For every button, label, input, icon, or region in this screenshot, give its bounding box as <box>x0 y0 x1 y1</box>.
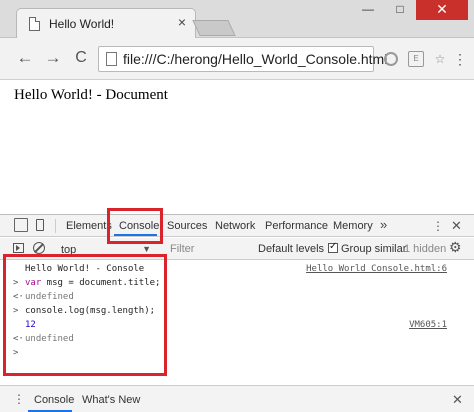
console-source-link[interactable]: Hello World Console.html:6 <box>306 264 447 274</box>
browser-toolbar: ← → C file:///C:/herong/Hello_World_Cons… <box>0 38 474 80</box>
tab-close-icon[interactable]: × <box>178 14 186 30</box>
window-minimize-button[interactable]: — <box>352 0 384 20</box>
extension-e-icon[interactable]: E <box>408 51 424 67</box>
hidden-count: 1 hidden <box>404 243 447 255</box>
console-log-text: Hello World! - Console <box>25 264 145 274</box>
tab-console[interactable]: Console <box>119 220 159 232</box>
page-icon <box>29 17 40 31</box>
devtools-close-icon[interactable]: ✕ <box>451 218 462 234</box>
console-input-line: > console.log(msg.length); <box>0 305 474 318</box>
console-message: 12 VM605:1 <box>0 319 474 332</box>
device-toolbar-icon[interactable] <box>33 218 47 232</box>
tab-network[interactable]: Network <box>215 220 255 232</box>
tab-performance[interactable]: Performance <box>265 220 328 232</box>
filter-input[interactable]: Filter <box>168 241 248 257</box>
input-prefix-icon: > <box>13 278 19 288</box>
result-prefix-icon: <· <box>13 334 24 344</box>
address-bar[interactable]: file:///C:/herong/Hello_World_Console.ht… <box>98 46 387 72</box>
console-log-number: 12 <box>25 320 36 330</box>
console-input-line: > var msg = document.title; <box>0 277 474 290</box>
page-content: Hello World! - Document <box>0 81 474 214</box>
drawer-close-icon[interactable]: ✕ <box>452 392 463 408</box>
file-page-icon <box>106 52 117 66</box>
tab-memory[interactable]: Memory <box>333 220 373 232</box>
console-source-link[interactable]: VM605:1 <box>409 320 447 330</box>
console-result-text: undefined <box>25 334 74 344</box>
forward-icon[interactable]: → <box>42 47 64 69</box>
chevron-down-icon: ▼ <box>142 244 151 254</box>
filter-placeholder: Filter <box>170 243 195 255</box>
drawer-tab-whats-new[interactable]: What's New <box>82 394 140 406</box>
window-close-button[interactable]: ✕ <box>416 0 468 20</box>
reload-icon[interactable]: C <box>70 47 92 69</box>
window-maximize-button[interactable]: □ <box>384 0 416 20</box>
new-tab-button[interactable] <box>192 20 236 36</box>
context-value: top <box>61 244 77 256</box>
browser-titlebar: Hello World! × — □ ✕ <box>0 0 474 39</box>
code: msg = document.title; <box>41 278 161 288</box>
address-url[interactable]: file:///C:/herong/Hello_World_Console.ht… <box>123 51 387 67</box>
console-prompt[interactable]: > <box>0 347 474 360</box>
browser-menu-icon[interactable]: ⋮ <box>452 51 468 67</box>
drawer-tab-console[interactable]: Console <box>34 394 74 406</box>
devtools-menu-icon[interactable]: ⋮ <box>432 219 444 233</box>
tab-elements[interactable]: Elements <box>66 220 112 232</box>
document-text: Hello World! - Document <box>14 87 168 103</box>
console-message: Hello World! - Console Hello World Conso… <box>0 263 474 276</box>
console-result-line: <· undefined <box>0 291 474 304</box>
back-icon[interactable]: ← <box>14 47 36 69</box>
browser-tab-active[interactable]: Hello World! × <box>16 8 196 39</box>
group-similar-checkbox[interactable] <box>328 241 338 253</box>
log-levels-dropdown[interactable]: Default levels ▼ <box>258 243 338 255</box>
drawer-menu-icon[interactable]: ⋮ <box>13 392 25 406</box>
more-tabs-icon[interactable]: » <box>380 217 387 232</box>
tab-title: Hello World! <box>49 17 115 31</box>
active-tab-indicator <box>114 234 157 236</box>
console-sidebar-icon[interactable] <box>13 243 24 253</box>
clear-console-icon[interactable] <box>33 242 45 254</box>
console-output: Hello World! - Console Hello World Conso… <box>0 261 474 385</box>
group-similar-label: Group similar <box>341 243 407 255</box>
result-prefix-icon: <· <box>13 292 24 302</box>
context-selector[interactable]: top ▼ <box>56 239 156 258</box>
bookmark-star-icon[interactable]: ☆ <box>432 51 448 67</box>
console-result-line: <· undefined <box>0 333 474 346</box>
divider <box>55 219 56 233</box>
extension-circle-icon[interactable] <box>384 52 398 66</box>
console-input-text: var msg = document.title; <box>25 278 160 288</box>
console-settings-icon[interactable]: ⚙ <box>449 239 462 256</box>
console-filterbar: top ▼ Filter Default levels ▼ Group simi… <box>0 238 474 260</box>
keyword: var <box>25 278 42 288</box>
input-prefix-icon: > <box>13 306 19 316</box>
tab-sources[interactable]: Sources <box>167 220 207 232</box>
inspect-element-icon[interactable] <box>14 218 28 232</box>
console-result-text: undefined <box>25 292 74 302</box>
devtools-drawer: ⋮ Console What's New ✕ <box>0 385 474 412</box>
console-input-text: console.log(msg.length); <box>25 306 156 316</box>
devtools-panel: Elements Console Sources Network Perform… <box>0 214 474 412</box>
devtools-tabbar: Elements Console Sources Network Perform… <box>0 215 474 237</box>
prompt-chevron-icon: > <box>13 348 19 358</box>
